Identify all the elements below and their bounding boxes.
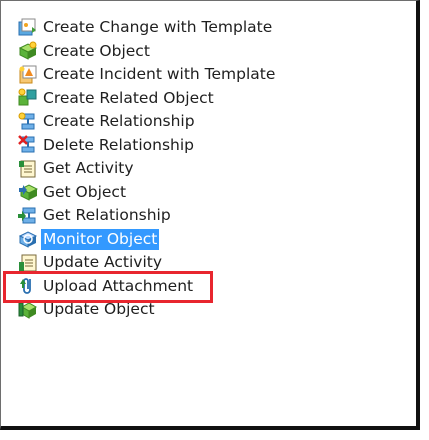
list-item-create-object[interactable]: Create Object	[18, 40, 277, 64]
activity-list: Create Change with Template Create Objec…	[18, 16, 277, 322]
create-related-object-icon	[18, 88, 38, 108]
item-label: Create Incident with Template	[43, 65, 276, 84]
create-relationship-icon	[18, 112, 38, 132]
list-item-get-object[interactable]: Get Object	[18, 181, 277, 205]
list-item-create-change-with-template[interactable]: Create Change with Template	[18, 16, 277, 40]
template-incident-icon	[18, 65, 38, 85]
monitor-object-icon	[18, 229, 38, 249]
get-relationship-icon	[18, 206, 38, 226]
list-item-update-object[interactable]: Update Object	[18, 298, 277, 322]
list-item-create-incident-with-template[interactable]: Create Incident with Template	[18, 63, 277, 87]
get-activity-icon	[18, 159, 38, 179]
activity-list-panel: Create Change with Template Create Objec…	[0, 0, 420, 430]
list-item-update-activity[interactable]: Update Activity	[18, 251, 277, 275]
list-item-create-related-object[interactable]: Create Related Object	[18, 87, 277, 111]
item-label: Create Change with Template	[43, 18, 273, 37]
update-object-icon	[18, 300, 38, 320]
item-label: Update Object	[43, 300, 155, 319]
item-label: Get Object	[43, 182, 127, 201]
item-label: Monitor Object	[41, 228, 160, 250]
item-label: Delete Relationship	[43, 135, 195, 154]
list-item-create-relationship[interactable]: Create Relationship	[18, 110, 277, 134]
item-label: Create Object	[43, 41, 150, 60]
item-label: Update Activity	[43, 253, 163, 272]
get-object-icon	[18, 182, 38, 202]
upload-attachment-icon	[18, 276, 38, 296]
template-change-icon	[18, 18, 38, 38]
list-item-monitor-object[interactable]: Monitor Object	[18, 228, 277, 252]
item-label: Create Related Object	[43, 88, 214, 107]
item-label: Upload Attachment	[43, 276, 194, 295]
create-object-icon	[18, 41, 38, 61]
update-activity-icon	[18, 253, 38, 273]
item-label: Get Activity	[43, 159, 134, 178]
list-item-delete-relationship[interactable]: Delete Relationship	[18, 134, 277, 158]
list-item-get-activity[interactable]: Get Activity	[18, 157, 277, 181]
item-label: Create Relationship	[43, 112, 195, 131]
list-item-upload-attachment[interactable]: Upload Attachment	[18, 275, 277, 299]
item-label: Get Relationship	[43, 206, 171, 225]
delete-relationship-icon	[18, 135, 38, 155]
list-item-get-relationship[interactable]: Get Relationship	[18, 204, 277, 228]
